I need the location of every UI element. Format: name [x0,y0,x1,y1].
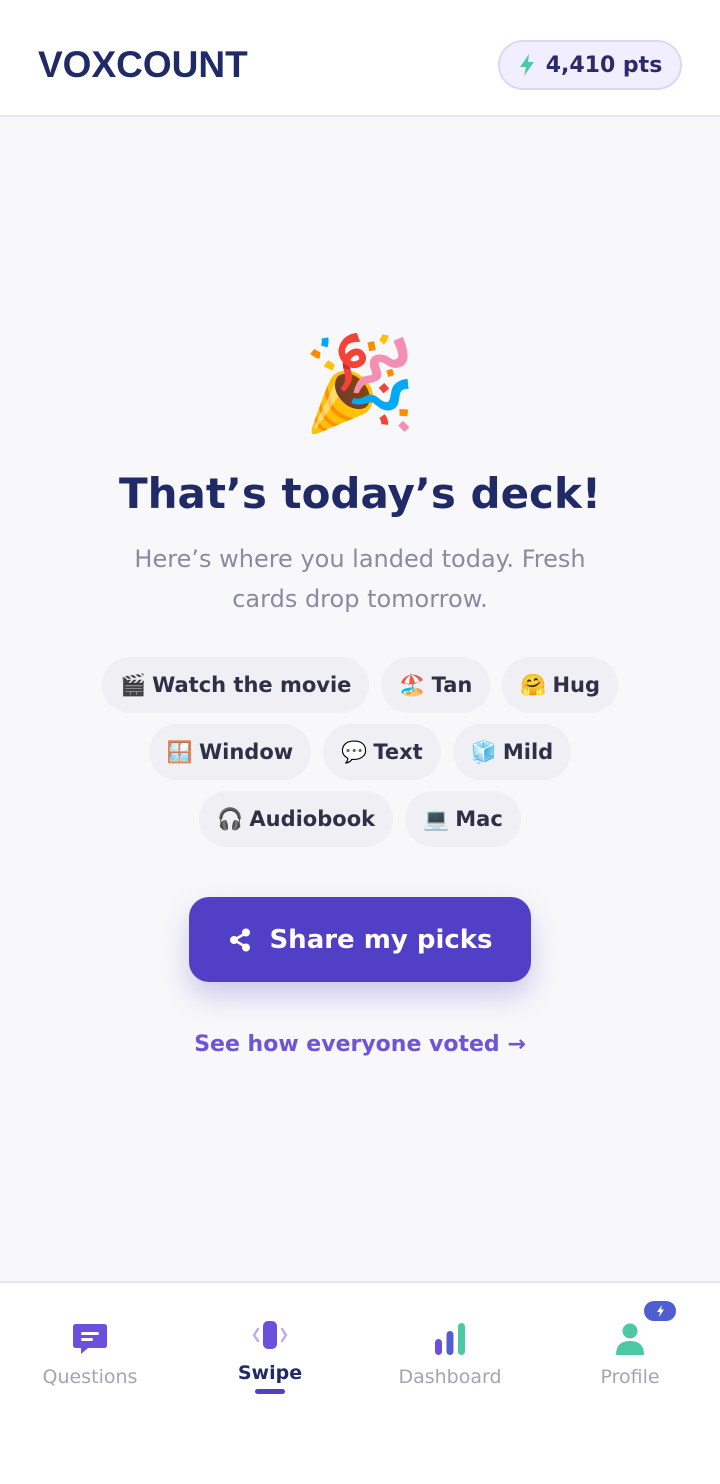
clapperboard-icon: 🎬 [119,672,147,697]
main-content: 🎉 That’s today’s deck! Here’s where you … [0,119,720,1281]
chat-icon [73,1324,107,1354]
profile-notification-badge [644,1301,676,1321]
bottom-nav: Questions Swipe Dashboard Profile [0,1281,720,1484]
page-subtitle: Here’s where you landed today. Fresh car… [134,545,586,613]
person-icon [616,1323,644,1355]
nav-label: Questions [42,1366,138,1388]
pick-chip-label: Audiobook [249,807,376,831]
points-badge[interactable]: 4,410 pts [498,40,682,90]
window-icon: 🪟 [166,739,193,764]
beach-icon: 🏖️ [399,672,426,697]
nav-label: Profile [600,1366,660,1388]
share-button-label: Share my picks [269,924,493,955]
headphones-icon: 🎧 [217,806,244,831]
ice-cube-icon: 🧊 [470,739,497,764]
app-logo: VOXCOUNT [38,44,248,85]
pick-chip: 🤗 Hug [502,657,619,713]
pick-chip-label: Tan [431,673,473,697]
lightning-icon [656,1305,664,1317]
speech-bubble-icon: 💬 [341,739,368,764]
hug-face-icon: 🤗 [520,672,547,697]
pick-chip: 💻 Mac [405,791,521,847]
pick-chip-label: Mild [502,740,554,764]
laptop-icon: 💻 [423,806,450,831]
active-tab-indicator [255,1389,285,1394]
party-popper-icon: 🎉 [302,330,418,437]
picks-chip-list: 🎬 Watch the movie 🏖️ Tan 🤗 Hug 🪟 Window … [100,657,620,847]
nav-label: Swipe [237,1362,303,1384]
points-value: 4,410 pts [545,52,663,78]
app-root: VOXCOUNT 4,410 pts 🎉 That’s today’s deck… [0,0,720,1484]
pick-chip-label: Text [373,740,423,764]
pick-chip: 🧊 Mild [452,724,572,780]
nav-item-dashboard[interactable]: Dashboard [360,1283,540,1413]
pick-chip-label: Watch the movie [152,673,352,697]
pick-chip-label: Mac [455,807,503,831]
bar-chart-icon [435,1323,465,1355]
page-title: That’s today’s deck! [118,469,602,518]
pick-chip: 🪟 Window [148,724,312,780]
pick-chip: 💬 Text [323,724,441,780]
swipe-card-icon [252,1321,288,1349]
pick-chip: 🎬 Watch the movie [101,657,370,713]
pick-chip: 🎧 Audiobook [199,791,394,847]
top-header: VOXCOUNT 4,410 pts [0,0,720,117]
see-votes-link[interactable]: See how everyone voted → [0,1032,720,1057]
pick-chip: 🏖️ Tan [381,657,491,713]
pick-chip-label: Window [198,740,294,764]
nav-label: Dashboard [398,1366,502,1388]
lightning-icon [519,54,534,76]
nav-item-questions[interactable]: Questions [0,1283,180,1413]
nav-item-profile[interactable]: Profile [540,1283,720,1413]
nav-item-swipe[interactable]: Swipe [180,1283,360,1413]
pick-chip-label: Hug [552,673,601,697]
share-icon [230,928,251,951]
share-picks-button[interactable]: Share my picks [189,897,531,982]
